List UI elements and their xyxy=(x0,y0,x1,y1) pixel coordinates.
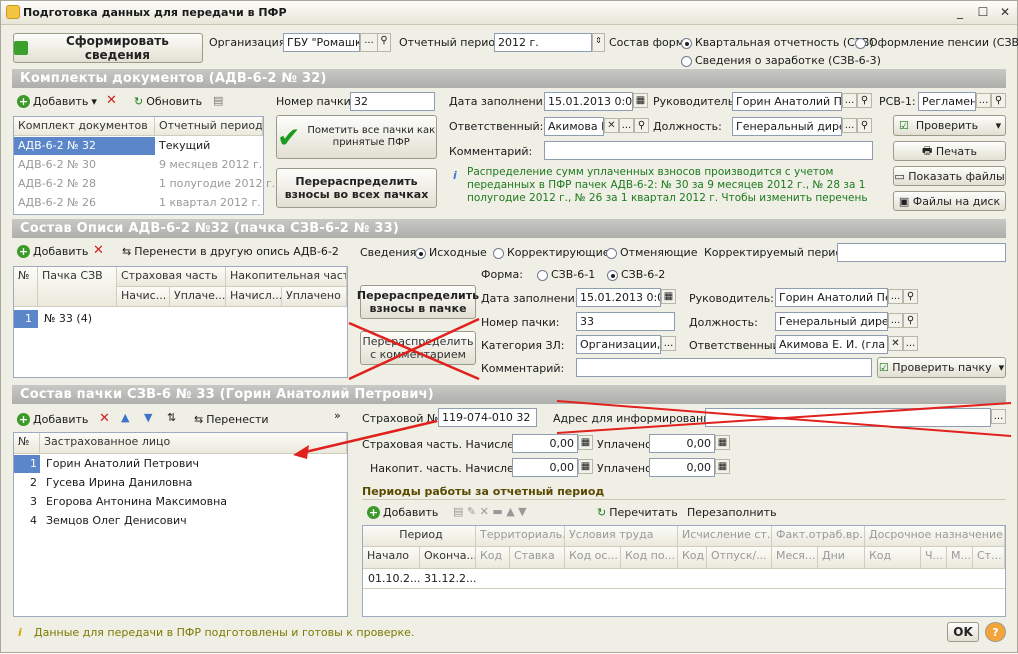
arrow-head xyxy=(293,445,309,459)
status-text: Данные для передачи в ПФР подготовлены и… xyxy=(34,626,415,639)
help-button[interactable]: ? xyxy=(985,622,1006,642)
ok-button[interactable]: OK xyxy=(947,622,979,642)
main-window: Подготовка данных для передачи в ПФР _ ☐… xyxy=(0,0,1018,653)
cross-line xyxy=(556,402,1012,434)
info-icon: i xyxy=(18,626,22,639)
arrow-line xyxy=(300,419,438,455)
annotation-overlay xyxy=(293,317,1012,459)
